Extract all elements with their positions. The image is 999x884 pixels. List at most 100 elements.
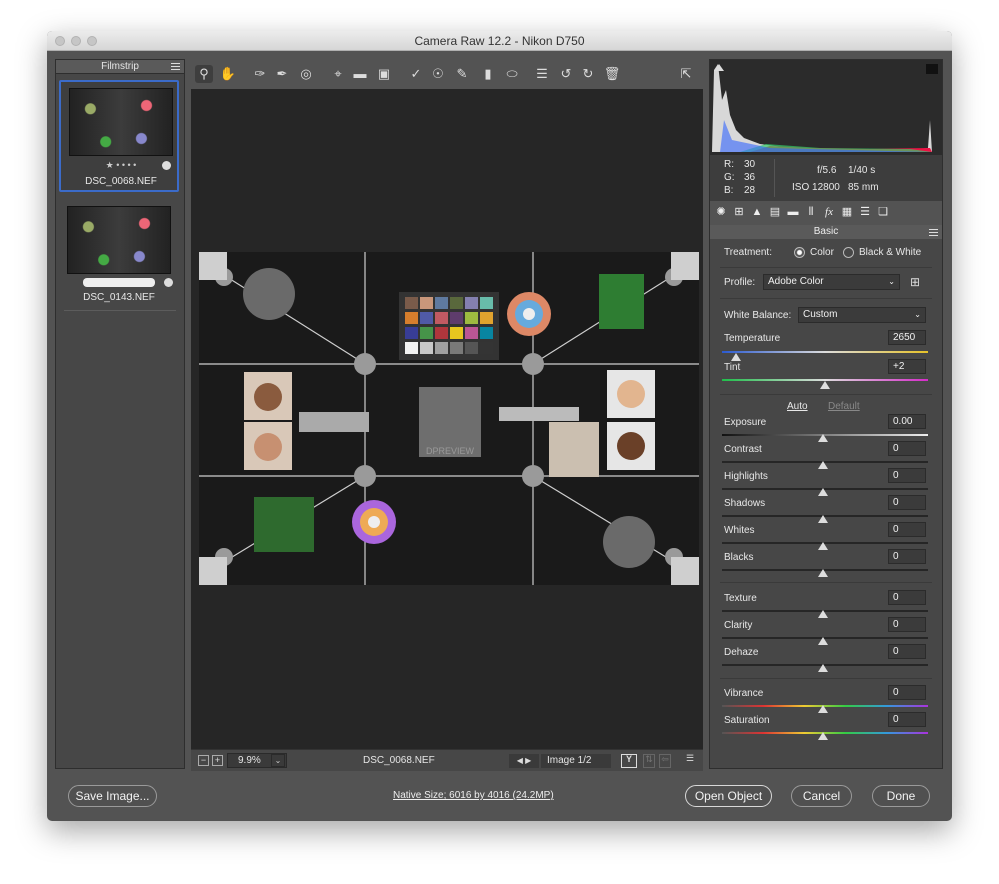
dehaze-slider-thumb[interactable]	[818, 664, 828, 672]
toggle-settings-icon[interactable]: ☰	[683, 754, 697, 768]
straighten-tool-icon[interactable]: ▬	[351, 65, 369, 83]
auto-button[interactable]: Auto	[787, 401, 808, 412]
done-button[interactable]: Done	[872, 785, 930, 807]
temperature-slider-track[interactable]	[722, 351, 928, 353]
radial-filter-icon[interactable]: ⬭	[503, 65, 521, 83]
adjustments-badge-icon	[162, 161, 171, 170]
image-nav-arrows[interactable]: ◀ ▶	[509, 754, 539, 768]
fullscreen-toggle-icon[interactable]: ⇱	[677, 65, 695, 83]
divider	[720, 678, 932, 679]
profile-select[interactable]: Adobe Color ⌄	[763, 274, 900, 290]
saturation-input[interactable]: 0	[888, 712, 926, 727]
whites-slider-thumb[interactable]	[818, 542, 828, 550]
basic-menu-icon[interactable]	[929, 229, 938, 236]
swap-settings-icon[interactable]: ⇅	[643, 754, 655, 768]
contrast-slider-thumb[interactable]	[818, 461, 828, 469]
targeted-adjustment-tool-icon[interactable]: ◎	[297, 65, 315, 83]
temperature-slider-thumb[interactable]	[731, 353, 741, 361]
exposure-label: Exposure	[724, 417, 767, 428]
exposure-input[interactable]: 0.00	[888, 414, 926, 429]
b-value: 28	[744, 185, 756, 196]
tint-slider-thumb[interactable]	[820, 381, 830, 389]
detail-tab-icon[interactable]: ▲	[750, 205, 764, 219]
highlights-input[interactable]: 0	[888, 468, 926, 483]
tint-label: Tint	[724, 362, 741, 373]
treatment-bw-radio[interactable]	[843, 247, 854, 258]
preferences-icon[interactable]: ☰	[533, 65, 551, 83]
image-counter: Image 1/2	[541, 754, 611, 768]
transform-tool-icon[interactable]: ▣	[375, 65, 393, 83]
profile-value: Adobe Color	[768, 276, 824, 287]
zoom-tool-icon[interactable]: ⚲	[195, 65, 213, 83]
trash-icon[interactable]: 🗑	[603, 65, 621, 83]
tone-curve-tab-icon[interactable]: ⊞	[732, 205, 746, 219]
graduated-filter-icon[interactable]: ▮	[479, 65, 497, 83]
histogram-graphic	[712, 64, 932, 152]
preview-canvas[interactable]: DPREVIEW	[191, 89, 703, 749]
lens-corrections-tab-icon[interactable]: ⦀	[804, 205, 818, 219]
dehaze-input[interactable]: 0	[888, 644, 926, 659]
filmstrip-item-1[interactable]: ★ • • • • DSC_0068.NEF	[59, 80, 179, 192]
white-balance-tool-icon[interactable]: ✑	[251, 65, 269, 83]
red-eye-tool-icon[interactable]: ☉	[429, 65, 447, 83]
saturation-label: Saturation	[724, 715, 770, 726]
treatment-color-label: Color	[810, 247, 834, 258]
crop-tool-icon[interactable]: ⌖	[329, 65, 347, 83]
hand-tool-icon[interactable]: ✋	[219, 65, 237, 83]
rotate-right-icon[interactable]: ↻	[579, 65, 597, 83]
filmstrip-item-2[interactable]: DSC_0143.NEF	[59, 202, 179, 303]
native-size-link[interactable]: Native Size; 6016 by 4016 (24.2MP)	[393, 790, 554, 801]
save-image-button[interactable]: Save Image...	[68, 785, 157, 807]
hsl-tab-icon[interactable]: ▤	[768, 205, 782, 219]
exposure-slider-thumb[interactable]	[818, 434, 828, 442]
texture-slider-thumb[interactable]	[818, 610, 828, 618]
highlights-label: Highlights	[724, 471, 768, 482]
split-toning-tab-icon[interactable]: ▬	[786, 205, 800, 219]
filmstrip-filename: DSC_0143.NEF	[83, 292, 155, 303]
snapshots-tab-icon[interactable]: ❏	[876, 205, 890, 219]
r-label: R:	[724, 159, 734, 170]
default-button[interactable]: Default	[828, 401, 860, 412]
filmstrip-header: Filmstrip	[56, 60, 184, 74]
highlights-slider-thumb[interactable]	[818, 488, 828, 496]
calibration-tab-icon[interactable]: ▦	[840, 205, 854, 219]
cancel-button[interactable]: Cancel	[791, 785, 852, 807]
profile-browser-icon[interactable]: ⊞	[907, 274, 923, 290]
rotate-left-icon[interactable]: ↺	[557, 65, 575, 83]
whites-input[interactable]: 0	[888, 522, 926, 537]
clarity-slider-thumb[interactable]	[818, 637, 828, 645]
filmstrip-menu-icon[interactable]	[171, 63, 180, 70]
divider	[720, 394, 932, 395]
tint-input[interactable]: +2	[888, 359, 926, 374]
adjustment-brush-icon[interactable]: ✎	[453, 65, 471, 83]
white-balance-select[interactable]: Custom ⌄	[798, 307, 926, 323]
shadows-slider-thumb[interactable]	[818, 515, 828, 523]
blacks-input[interactable]: 0	[888, 549, 926, 564]
temperature-input[interactable]: 2650	[888, 330, 926, 345]
highlight-clipping-warning-icon[interactable]	[926, 64, 938, 74]
contrast-input[interactable]: 0	[888, 441, 926, 456]
color-sampler-tool-icon[interactable]: ✒	[273, 65, 291, 83]
texture-input[interactable]: 0	[888, 590, 926, 605]
b-label: B:	[724, 185, 734, 196]
panel-tabs: ✺ ⊞ ▲ ▤ ▬ ⦀ fx ▦ ☰ ❏	[710, 201, 942, 225]
before-after-view-icon[interactable]: Y	[621, 754, 637, 768]
vibrance-slider-thumb[interactable]	[818, 705, 828, 713]
treatment-color-radio[interactable]	[794, 247, 805, 258]
vibrance-input[interactable]: 0	[888, 685, 926, 700]
open-object-button[interactable]: Open Object	[685, 785, 772, 807]
presets-tab-icon[interactable]: ☰	[858, 205, 872, 219]
shadow-clipping-warning-icon[interactable]	[714, 64, 724, 71]
shadows-input[interactable]: 0	[888, 495, 926, 510]
copy-settings-icon[interactable]: ⇦	[659, 754, 671, 768]
zoom-in-button[interactable]: +	[212, 755, 223, 766]
zoom-out-button[interactable]: −	[198, 755, 209, 766]
saturation-slider-thumb[interactable]	[818, 732, 828, 740]
effects-tab-icon[interactable]: fx	[822, 205, 836, 219]
clarity-input[interactable]: 0	[888, 617, 926, 632]
spot-removal-tool-icon[interactable]: ✓	[407, 65, 425, 83]
aperture: f/5.6	[817, 165, 837, 176]
blacks-slider-thumb[interactable]	[818, 569, 828, 577]
basic-tab-icon[interactable]: ✺	[714, 205, 728, 219]
chevron-down-icon[interactable]: ⌄	[271, 754, 285, 767]
